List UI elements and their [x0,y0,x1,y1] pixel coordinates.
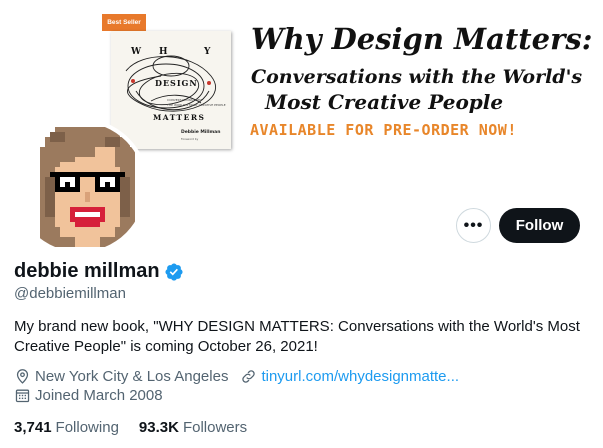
profile-meta-row: New York City & Los Angeles tinyurl.com/… [14,368,471,385]
calendar-icon [15,389,30,403]
location-text: New York City & Los Angeles [35,368,229,385]
book-word-design: DESIGN [155,78,198,88]
book-letter-h: H [159,47,168,57]
followers-stat[interactable]: 93.3K Followers [139,419,247,436]
book-letter-y: Y [204,47,211,57]
book-word-matters: MATTERS [153,113,206,122]
joined-text: Joined March 2008 [35,387,163,404]
book-author: Debbie Millman [181,130,221,135]
profile-bio: My brand new book, "WHY DESIGN MATTERS: … [14,318,580,355]
pixel-portrait-graphic [40,127,135,247]
book-footnote: Foreword by [181,137,199,141]
following-stat[interactable]: 3,741 Following [14,419,119,436]
location-pin-icon [16,369,29,384]
best-seller-badge: Best Seller [102,14,146,31]
profile-handle: @debbiemillman [14,285,126,302]
followers-label: Followers [182,419,248,436]
banner-headline-line3: Most Creative People [265,90,504,114]
profile-avatar[interactable] [11,118,149,256]
display-name: debbie millman [14,260,160,282]
following-count: 3,741 [14,419,52,436]
follow-button[interactable]: Follow [499,208,580,243]
book-subtitle-line2: THE WORLD'S MOST CREATIVE PEOPLE [167,103,226,107]
banner-headline-line2: Conversations with the World's [251,66,583,88]
location-item: New York City & Los Angeles [14,368,228,385]
banner-headline-line1: Why Design Matters: [251,22,593,56]
avatar-image [15,122,145,252]
followers-count: 93.3K [138,419,179,436]
book-letter-w: W [131,47,142,57]
banner-headline-line4: AVAILABLE FOR PRE-ORDER NOW! [250,121,517,139]
profile-name-row: debbie millman [14,260,184,283]
profile-stats: 3,741 Following 93.3K Followers [14,419,267,436]
website-link[interactable]: tinyurl.com/whydesignmatte... [261,368,459,385]
book-subtitle-line1: CONVERSATIONS WITH [167,98,202,102]
link-icon [242,370,256,383]
more-options-button[interactable]: ••• [456,208,491,243]
website-item[interactable]: tinyurl.com/whydesignmatte... [240,368,459,385]
verified-badge-icon[interactable] [164,262,184,282]
following-label: Following [55,419,119,436]
joined-item: Joined March 2008 [14,387,163,404]
profile-joined-row: Joined March 2008 [14,387,175,404]
